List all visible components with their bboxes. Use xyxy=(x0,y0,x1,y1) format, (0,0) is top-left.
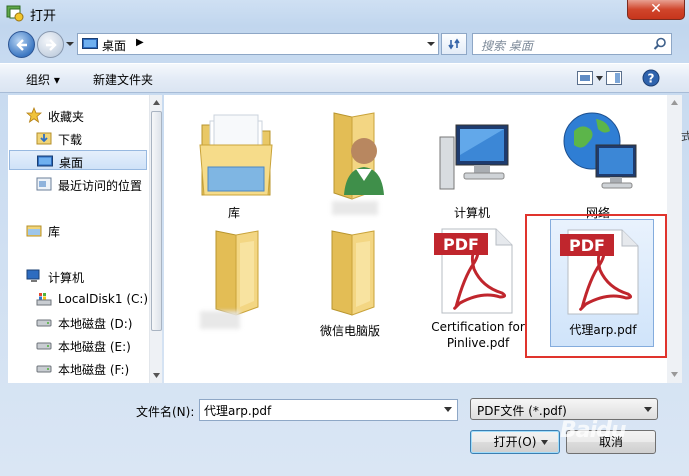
desktop-icon xyxy=(37,155,53,167)
network-icon xyxy=(563,112,637,189)
back-arrow-icon xyxy=(16,39,27,51)
nav-scroll-thumb[interactable] xyxy=(151,111,162,331)
organize-menu[interactable]: 组织 ▾ xyxy=(26,71,60,88)
filename-input[interactable] xyxy=(199,399,458,421)
nav-downloads-label: 下载 xyxy=(58,133,83,147)
libraries-icon xyxy=(26,225,42,237)
file-item-libraries[interactable]: 库 xyxy=(176,101,292,231)
redacted-label xyxy=(200,311,240,329)
refresh-button[interactable] xyxy=(441,33,467,55)
change-view-icon[interactable] xyxy=(577,71,593,85)
address-bar[interactable]: 桌面 ▶ xyxy=(77,33,439,55)
nav-recent[interactable]: 最近访问的位置 xyxy=(8,174,148,194)
open-button-label: 打开(O) xyxy=(493,435,537,449)
file-item-wechat-folder[interactable]: 微信电脑版 xyxy=(292,219,408,349)
drive-icon xyxy=(36,365,52,373)
file-item-folder[interactable] xyxy=(176,219,292,349)
filetype-value: PDF文件 (*.pdf) xyxy=(477,404,567,418)
refresh-icon xyxy=(448,38,460,50)
nav-libraries-label: 库 xyxy=(48,225,61,239)
preview-pane-icon[interactable] xyxy=(606,71,622,85)
scroll-up-icon[interactable] xyxy=(671,100,678,105)
drive-icon xyxy=(36,342,52,350)
window-title: 打开 xyxy=(30,9,57,24)
nav-favorites-label: 收藏夹 xyxy=(48,110,85,124)
filetype-dropdown-icon[interactable] xyxy=(644,407,652,412)
scroll-up-icon[interactable] xyxy=(153,100,160,105)
nav-desktop[interactable]: 桌面 xyxy=(9,150,147,170)
help-icon[interactable]: ? xyxy=(642,69,660,87)
red-highlight-frame xyxy=(525,214,667,358)
file-name: Certification for Pinlive.pdf xyxy=(431,320,525,350)
nav-drive-d-label: 本地磁盘 (D:) xyxy=(58,317,133,331)
history-dropdown-icon[interactable] xyxy=(65,40,75,48)
nav-drive-f-label: 本地磁盘 (F:) xyxy=(58,363,130,377)
desktop-icon xyxy=(82,38,98,49)
downloads-folder-icon xyxy=(36,132,52,145)
address-dropdown-icon[interactable] xyxy=(425,38,437,50)
address-path[interactable]: 桌面 xyxy=(102,37,126,54)
file-item-computer[interactable]: 计算机 xyxy=(414,101,530,231)
folder-icon xyxy=(331,230,375,316)
scroll-down-icon[interactable] xyxy=(153,373,160,378)
new-folder-button[interactable]: 新建文件夹 xyxy=(93,71,153,88)
redacted-label xyxy=(332,201,378,215)
forward-arrow-icon xyxy=(46,39,57,51)
nav-computer-label: 计算机 xyxy=(48,271,85,285)
star-icon xyxy=(26,107,42,123)
search-icon[interactable] xyxy=(653,37,667,51)
svg-text:?: ? xyxy=(648,72,655,86)
app-icon xyxy=(6,5,24,22)
forward-button[interactable] xyxy=(37,31,64,58)
file-list-scrollbar[interactable] xyxy=(667,95,682,383)
computer-icon xyxy=(26,269,40,282)
file-item-network[interactable]: 网络 xyxy=(540,101,656,231)
drive-icon xyxy=(36,319,52,327)
system-drive-icon xyxy=(36,293,52,306)
user-folder-icon xyxy=(333,112,384,200)
open-dialog: 打开 ✕ 桌面 ▶ 搜索 桌面 组织 ▾ 新建文件夹 ? 收藏夹 下载 桌面 最… xyxy=(0,0,689,476)
filename-label: 文件名(N): xyxy=(136,405,195,419)
scroll-down-icon[interactable] xyxy=(671,372,678,377)
file-name: 微信电脑版 xyxy=(319,324,380,338)
filename-dropdown-icon[interactable] xyxy=(444,407,452,412)
close-button[interactable]: ✕ xyxy=(627,0,685,20)
title-bar: 打开 ✕ xyxy=(0,0,689,26)
filetype-select[interactable]: PDF文件 (*.pdf) xyxy=(470,398,658,420)
view-dropdown-icon[interactable] xyxy=(596,76,603,81)
libraries-folder-icon xyxy=(199,114,273,196)
baidu-watermark: Baidu xyxy=(560,418,627,443)
nav-favorites[interactable]: 收藏夹 xyxy=(8,105,148,125)
folder-icon xyxy=(215,230,259,316)
nav-recent-label: 最近访问的位置 xyxy=(58,179,143,193)
file-item-certification-pdf[interactable]: PDF Certification for Pinlive.pdf xyxy=(420,219,536,359)
search-box[interactable]: 搜索 桌面 xyxy=(472,33,672,55)
recent-places-icon xyxy=(36,177,52,191)
computer-icon xyxy=(439,124,509,190)
nav-drive-c-label: LocalDisk1 (C:) xyxy=(58,292,149,306)
nav-desktop-label: 桌面 xyxy=(59,156,84,170)
nav-computer[interactable]: 计算机 xyxy=(8,266,148,286)
nav-drive-c[interactable]: LocalDisk1 (C:) xyxy=(8,289,148,309)
search-placeholder[interactable]: 搜索 桌面 xyxy=(481,37,533,54)
command-toolbar: 组织 ▾ 新建文件夹 ? xyxy=(0,63,689,93)
back-button[interactable] xyxy=(8,31,35,58)
nav-drive-e-label: 本地磁盘 (E:) xyxy=(58,340,131,354)
nav-drive-d[interactable]: 本地磁盘 (D:) xyxy=(8,312,148,332)
nav-downloads[interactable]: 下载 xyxy=(8,128,148,148)
nav-libraries[interactable]: 库 xyxy=(8,220,148,240)
nav-scrollbar[interactable] xyxy=(149,95,162,383)
open-dropdown-icon[interactable] xyxy=(541,440,548,445)
background-edge-text: 式 xyxy=(681,130,689,143)
navigation-pane: 收藏夹 下载 桌面 最近访问的位置 库 计算机 LocalDisk1 (C:) xyxy=(8,95,162,383)
address-separator[interactable]: ▶ xyxy=(136,37,144,48)
pdf-file-icon: PDF xyxy=(434,228,513,314)
nav-drive-e[interactable]: 本地磁盘 (E:) xyxy=(8,335,148,355)
nav-drive-f[interactable]: 本地磁盘 (F:) xyxy=(8,358,148,378)
